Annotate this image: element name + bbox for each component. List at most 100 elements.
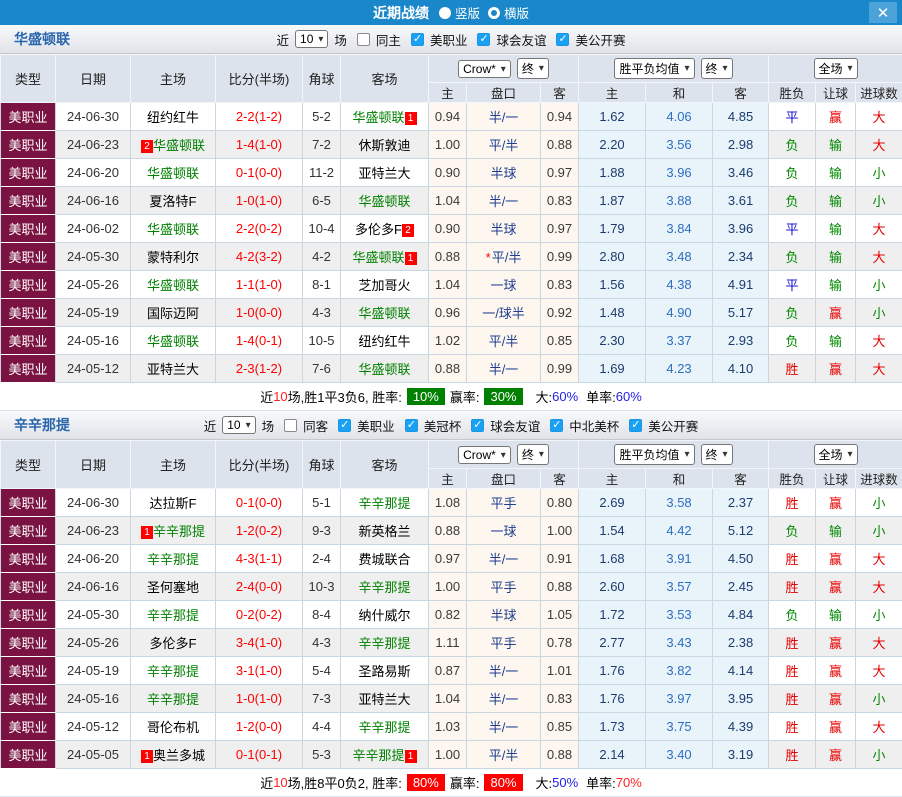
away-odds-cell: 0.83 xyxy=(541,271,579,299)
avg-odds-select[interactable]: 胜平负均值▾ xyxy=(614,444,694,465)
league-checkbox[interactable] xyxy=(477,33,490,46)
avg-draw-cell: 4.90 xyxy=(646,299,713,327)
avg-away-cell: 3.19 xyxy=(713,741,769,769)
avg-away-cell: 2.38 xyxy=(713,629,769,657)
big-rate-label: 大: xyxy=(536,773,553,792)
league-checkbox[interactable] xyxy=(471,419,484,432)
avg-away-cell: 3.96 xyxy=(713,215,769,243)
league-checkbox[interactable] xyxy=(556,33,569,46)
corner-cell: 8-4 xyxy=(303,601,341,629)
away-team-cell: 华盛顿联1 xyxy=(341,243,429,271)
layout-radio-group: 竖版 横版 xyxy=(431,3,529,22)
scope-select[interactable]: 全场▾ xyxy=(814,444,858,465)
avg-odds-select[interactable]: 胜平负均值▾ xyxy=(614,58,694,79)
avg-away-cell: 2.93 xyxy=(713,327,769,355)
match-count-select[interactable]: 10▾ xyxy=(295,30,328,48)
home-team-name: 奥兰多城 xyxy=(153,748,205,763)
league-type-cell: 美职业 xyxy=(1,355,56,383)
home-team-name: 夏洛特F xyxy=(150,194,197,209)
odds-final-select[interactable]: 终▾ xyxy=(517,58,549,79)
away-team-cell: 纽约红牛 xyxy=(341,327,429,355)
odds-source-select[interactable]: Crow*▾ xyxy=(458,446,511,464)
vertical-layout-radio[interactable] xyxy=(439,7,451,19)
red-card-badge: 1 xyxy=(405,112,417,125)
handicap-cell: 平手 xyxy=(467,573,541,601)
chevron-down-icon: ▾ xyxy=(501,64,506,75)
avg-draw-cell: 3.75 xyxy=(646,713,713,741)
result-handicap-cell: 赢 xyxy=(816,713,856,741)
result-wdl-cell: 平 xyxy=(769,215,816,243)
league-type-cell: 美职业 xyxy=(1,573,56,601)
sub-column-header: 主 xyxy=(579,83,646,103)
score-cell: 2-3(1-2) xyxy=(216,355,303,383)
avg-draw-cell: 3.82 xyxy=(646,657,713,685)
corner-cell: 7-2 xyxy=(303,131,341,159)
avg-draw-cell: 3.84 xyxy=(646,215,713,243)
score-cell: 1-4(1-0) xyxy=(216,131,303,159)
odds-source-select[interactable]: Crow*▾ xyxy=(458,60,511,78)
league-checkbox[interactable] xyxy=(411,33,424,46)
close-button[interactable]: ✕ xyxy=(869,2,897,23)
handicap-cell: 半球 xyxy=(467,601,541,629)
avg-away-cell: 2.34 xyxy=(713,243,769,271)
avg-final-select[interactable]: 终▾ xyxy=(701,58,733,79)
league-checkbox[interactable] xyxy=(629,419,642,432)
match-date-cell: 24-05-12 xyxy=(56,713,131,741)
avg-home-cell: 2.69 xyxy=(579,489,646,517)
away-odds-cell: 1.05 xyxy=(541,601,579,629)
league-type-cell: 美职业 xyxy=(1,545,56,573)
league-checkbox[interactable] xyxy=(405,419,418,432)
league-checkbox[interactable] xyxy=(550,419,563,432)
team-section: 辛辛那提近10▾场同客美职业美冠杯球会友谊中北美杯美公开赛类型日期主场比分(半场… xyxy=(0,411,902,797)
score-cell: 0-2(0-2) xyxy=(216,601,303,629)
match-date-cell: 24-05-30 xyxy=(56,243,131,271)
same-venue-checkbox[interactable] xyxy=(284,419,297,432)
away-team-cell: 华盛顿联1 xyxy=(341,103,429,131)
match-count-select[interactable]: 10▾ xyxy=(222,416,255,434)
result-handicap-cell: 赢 xyxy=(816,489,856,517)
away-team-name: 费城联合 xyxy=(358,552,410,567)
match-date-cell: 24-05-16 xyxy=(56,685,131,713)
league-label: 美职业 xyxy=(430,30,468,49)
home-team-name: 蒙特利尔 xyxy=(147,250,199,265)
horizontal-layout-radio[interactable] xyxy=(488,7,500,19)
single-rate-value: 70% xyxy=(616,775,642,790)
league-checkbox[interactable] xyxy=(338,419,351,432)
home-team-name: 华盛顿联 xyxy=(147,166,199,181)
score-cell: 4-3(1-1) xyxy=(216,545,303,573)
scope-select-value: 全场 xyxy=(819,60,843,77)
home-team-cell: 哥伦布机 xyxy=(131,713,216,741)
corner-cell: 4-3 xyxy=(303,629,341,657)
away-odds-cell: 0.92 xyxy=(541,299,579,327)
home-odds-cell: 0.96 xyxy=(429,299,467,327)
match-row: 美职业24-05-12亚特兰大2-3(1-2)7-6华盛顿联0.88半/一0.9… xyxy=(1,355,902,383)
scope-select[interactable]: 全场▾ xyxy=(814,58,858,79)
handicap-value: 平手 xyxy=(490,636,516,651)
home-team-cell: 2华盛顿联 xyxy=(131,131,216,159)
away-team-name: 华盛顿联 xyxy=(358,306,410,321)
handicap-cell: 平手 xyxy=(467,489,541,517)
horizontal-layout-label: 横版 xyxy=(504,3,529,22)
home-team-name: 多伦多F xyxy=(150,636,197,651)
avg-draw-cell: 3.53 xyxy=(646,601,713,629)
home-team-cell: 华盛顿联 xyxy=(131,215,216,243)
away-team-cell: 多伦多F2 xyxy=(341,215,429,243)
result-handicap-cell: 输 xyxy=(816,271,856,299)
handicap-cell: 平手 xyxy=(467,629,541,657)
home-team-cell: 蒙特利尔 xyxy=(131,243,216,271)
same-venue-checkbox[interactable] xyxy=(357,33,370,46)
home-team-name: 国际迈阿 xyxy=(147,306,199,321)
result-goals-cell: 大 xyxy=(856,713,902,741)
away-team-name: 辛辛那提 xyxy=(352,748,404,763)
home-team-cell: 华盛顿联 xyxy=(131,271,216,299)
avg-away-cell: 2.98 xyxy=(713,131,769,159)
sub-column-header: 让球 xyxy=(816,83,856,103)
league-type-cell: 美职业 xyxy=(1,271,56,299)
league-label: 美公开赛 xyxy=(575,30,625,49)
league-label: 美职业 xyxy=(357,416,395,435)
avg-final-select[interactable]: 终▾ xyxy=(701,444,733,465)
red-card-badge: 2 xyxy=(402,224,414,237)
handicap-cell: 半/一 xyxy=(467,657,541,685)
avg-home-cell: 1.76 xyxy=(579,685,646,713)
odds-final-select[interactable]: 终▾ xyxy=(517,444,549,465)
